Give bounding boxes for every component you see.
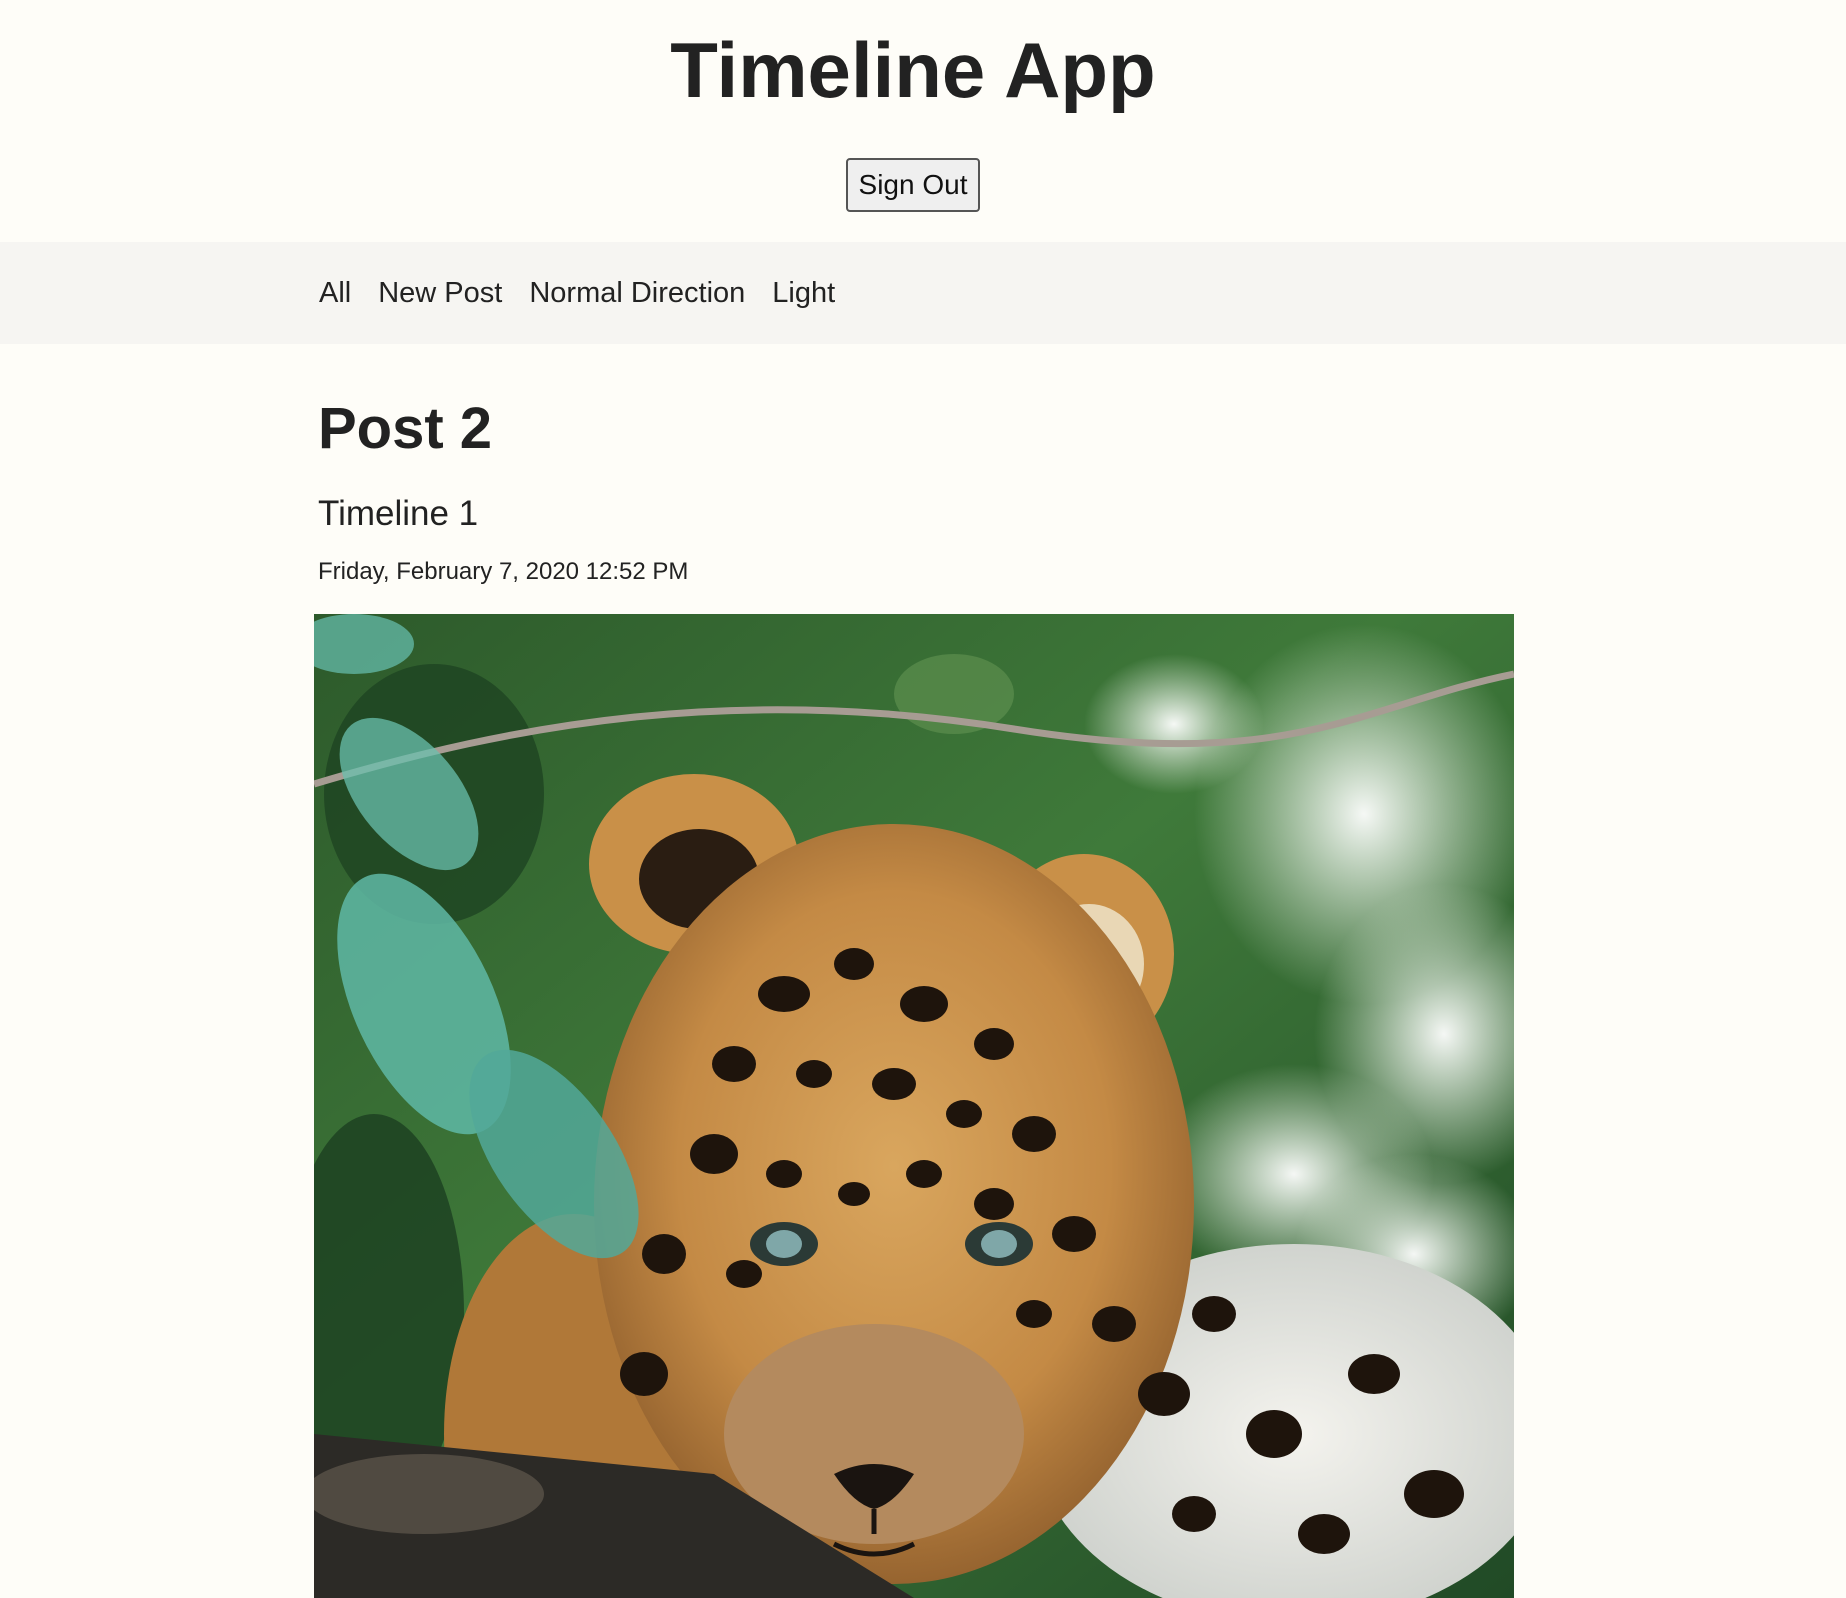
sign-out-container: Sign Out [0, 158, 1826, 212]
nav-item-normal-direction[interactable]: Normal Direction [529, 277, 745, 310]
post-timeline-name: Timeline 1 [318, 494, 479, 533]
post-image-leopard [314, 614, 1514, 1598]
nav-list: All New Post Normal Direction Light [319, 242, 862, 344]
main-nav: All New Post Normal Direction Light [0, 242, 1846, 344]
nav-item-new-post[interactable]: New Post [378, 277, 502, 310]
app-title: Timeline App [670, 26, 1156, 114]
post-date: Friday, February 7, 2020 12:52 PM [318, 558, 689, 585]
nav-item-light[interactable]: Light [772, 277, 835, 310]
sign-out-button[interactable]: Sign Out [846, 158, 980, 212]
post-title: Post 2 [318, 396, 493, 461]
nav-item-all[interactable]: All [319, 277, 351, 310]
page: Timeline App Sign Out All New Post Norma… [0, 0, 1846, 1598]
